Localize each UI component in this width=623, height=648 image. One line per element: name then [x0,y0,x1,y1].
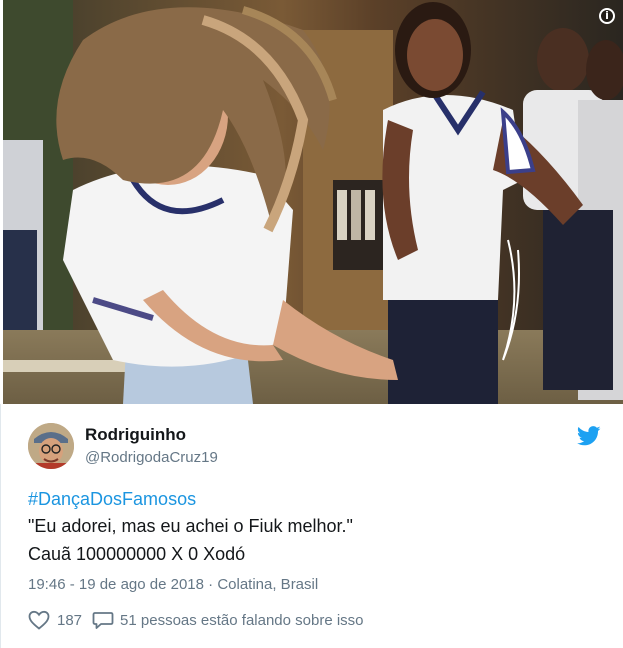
info-icon[interactable]: i [599,8,615,24]
hashtag-link[interactable]: #DançaDosFamosos [28,489,196,510]
avatar[interactable] [28,423,74,469]
conversation-link[interactable]: 51 pessoas estão falando sobre isso [120,612,364,629]
speech-bubble-icon[interactable] [92,610,114,630]
avatar-image [28,423,74,469]
display-name[interactable]: Rodriguinho [85,425,186,445]
heart-icon[interactable] [28,610,50,630]
tweet-text-line-2: Cauã 100000000 X 0 Xodó [28,544,246,564]
tweet-actions: 187 51 pessoas estão falando sobre isso [28,609,364,631]
photo-illustration [3,0,623,404]
tweet-body: Rodriguinho @RodrigodaCruz19 #DançaDosFa… [0,404,623,648]
user-handle[interactable]: @RodrigodaCruz19 [85,449,218,466]
twitter-bird-icon[interactable] [577,426,601,446]
tweet-photo[interactable]: i [3,0,623,404]
tweet-timestamp-location[interactable]: 19:46 - 19 de ago de 2018 · Colatina, Br… [28,576,318,593]
like-count[interactable]: 187 [57,612,82,629]
tweet-card: i Rodriguinho @RodrigodaCruz19 #DançaDos… [0,0,623,648]
tweet-text-line-1: "Eu adorei, mas eu achei o Fiuk melhor." [28,516,353,536]
